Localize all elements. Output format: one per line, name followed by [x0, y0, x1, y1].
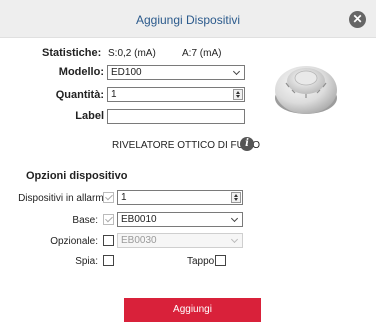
- base-checkbox[interactable]: [103, 214, 114, 225]
- close-icon[interactable]: ✕: [349, 11, 366, 28]
- quantity-value: 1: [111, 89, 117, 100]
- model-label: Modello:: [58, 66, 104, 78]
- optional-select-value: EB0030: [121, 235, 157, 246]
- statistics-label: Statistiche:: [42, 47, 102, 59]
- optional-select[interactable]: EB0030: [117, 233, 243, 248]
- info-icon[interactable]: i: [240, 137, 254, 151]
- options-header: Opzioni dispositivo: [26, 170, 128, 182]
- optional-label: Opzionale:: [50, 236, 98, 247]
- tappo-checkbox[interactable]: [215, 255, 226, 266]
- dialog-title: Aggiungi Dispositivi: [135, 13, 241, 27]
- alarm-devices-value: 1: [121, 192, 127, 203]
- quantity-spin-buttons[interactable]: [233, 89, 243, 100]
- label-field-label: Label: [75, 110, 104, 122]
- add-device-dialog: Aggiungi Dispositivi ✕ Statistiche: S:0,…: [0, 0, 376, 328]
- optional-checkbox[interactable]: [103, 235, 114, 246]
- quantity-stepper[interactable]: 1: [107, 87, 245, 102]
- alarm-devices-stepper[interactable]: 1: [117, 190, 243, 205]
- tappo-label: Tappo: [187, 256, 215, 267]
- add-button[interactable]: Aggiungi: [124, 298, 261, 322]
- device-description: RIVELATORE OTTICO DI FUMO: [112, 140, 260, 151]
- base-select[interactable]: EB0010: [117, 212, 243, 227]
- statistics-s-value: S:0,2 (mA): [108, 48, 156, 59]
- alarm-devices-spin-buttons[interactable]: [231, 192, 241, 203]
- alarm-devices-label: Dispositivi in allarme:: [18, 193, 112, 204]
- base-label: Base:: [72, 215, 98, 226]
- spia-label: Spia:: [75, 256, 98, 267]
- alarm-devices-checkbox[interactable]: [103, 192, 114, 203]
- quantity-label: Quantità:: [55, 89, 104, 101]
- smoke-detector-image: [275, 66, 337, 114]
- title-bar: Aggiungi Dispositivi ✕: [0, 0, 376, 38]
- spia-checkbox[interactable]: [103, 255, 114, 266]
- statistics-a-value: A:7 (mA): [182, 48, 222, 59]
- model-select-value: ED100: [111, 67, 142, 78]
- model-select[interactable]: ED100: [107, 65, 245, 80]
- base-select-value: EB0010: [121, 214, 157, 225]
- label-input[interactable]: [107, 109, 245, 124]
